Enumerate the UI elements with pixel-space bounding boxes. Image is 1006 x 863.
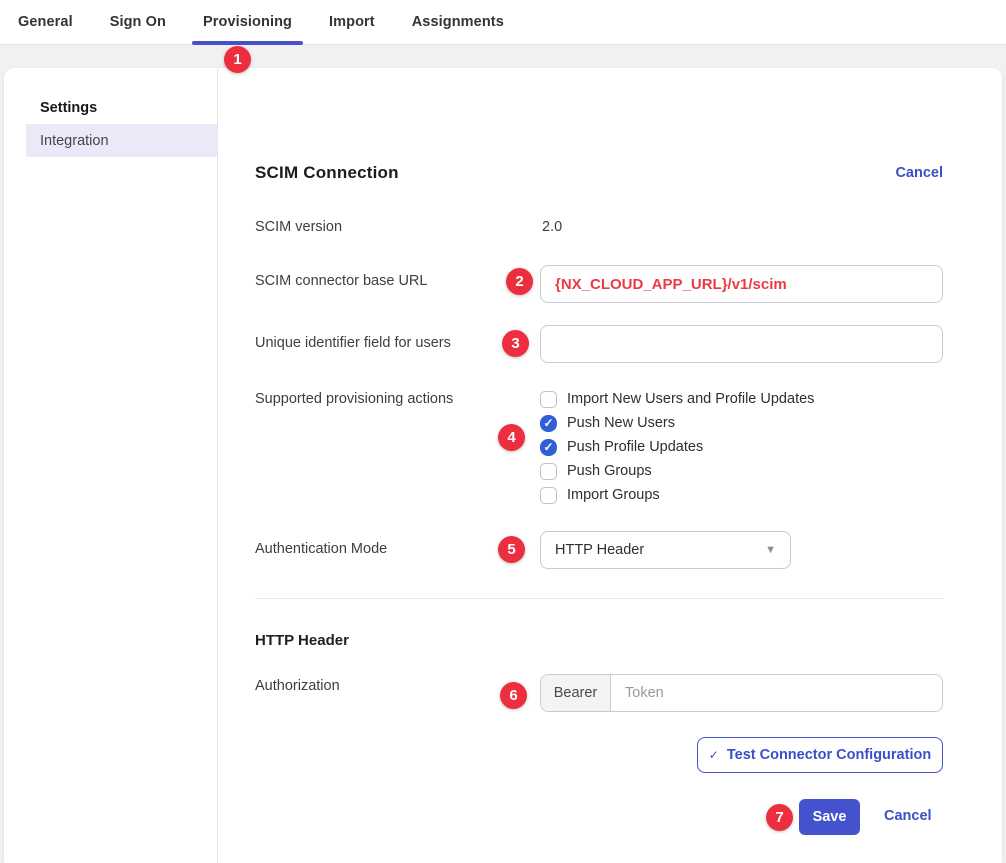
content-card: Settings Integration SCIM Connection Can… bbox=[4, 68, 1002, 863]
auth-mode-select[interactable]: HTTP Header ▼ bbox=[540, 531, 791, 569]
checkbox-label: Push Groups bbox=[567, 463, 652, 479]
step-badge-5: 5 bbox=[498, 536, 525, 563]
cancel-link-bottom[interactable]: Cancel bbox=[884, 808, 932, 824]
unique-id-input[interactable] bbox=[540, 325, 943, 363]
checkbox-import-new-users[interactable] bbox=[540, 391, 557, 408]
step-badge-4: 4 bbox=[498, 424, 525, 451]
chevron-down-icon: ▼ bbox=[765, 544, 776, 556]
tab-import[interactable]: Import bbox=[318, 0, 386, 44]
checkbox-import-groups[interactable] bbox=[540, 487, 557, 504]
checkbox-push-new-users[interactable] bbox=[540, 415, 557, 432]
auth-mode-label: Authentication Mode bbox=[255, 541, 387, 557]
step-badge-3: 3 bbox=[502, 330, 529, 357]
step-badge-7: 7 bbox=[766, 804, 793, 831]
test-connector-label: Test Connector Configuration bbox=[727, 747, 931, 763]
app-tabbar: General Sign On Provisioning Import Assi… bbox=[0, 0, 1006, 45]
form-header: SCIM Connection Cancel bbox=[255, 161, 943, 185]
checkbox-row-import-new-users[interactable]: Import New Users and Profile Updates bbox=[540, 390, 814, 408]
sidebar-heading: Settings bbox=[40, 100, 97, 116]
test-connector-button[interactable]: ✓ Test Connector Configuration bbox=[697, 737, 943, 773]
checkbox-push-groups[interactable] bbox=[540, 463, 557, 480]
checkbox-push-profile-updates[interactable] bbox=[540, 439, 557, 456]
token-input[interactable] bbox=[611, 675, 942, 711]
scim-version-label: SCIM version bbox=[255, 219, 342, 235]
check-icon: ✓ bbox=[709, 748, 719, 762]
http-header-section-title: HTTP Header bbox=[255, 632, 349, 649]
checkbox-row-import-groups[interactable]: Import Groups bbox=[540, 486, 660, 504]
section-divider bbox=[255, 598, 943, 599]
step-badge-2: 2 bbox=[506, 268, 533, 295]
page-title: SCIM Connection bbox=[255, 163, 399, 183]
step-badge-1: 1 bbox=[224, 46, 251, 73]
checkbox-label: Push Profile Updates bbox=[567, 439, 703, 455]
scim-connection-form: SCIM Connection Cancel SCIM version 2.0 … bbox=[255, 68, 943, 863]
provisioning-actions-label: Supported provisioning actions bbox=[255, 391, 453, 407]
tab-general[interactable]: General bbox=[7, 0, 84, 44]
step-badge-6: 6 bbox=[500, 682, 527, 709]
tab-assignments[interactable]: Assignments bbox=[401, 0, 515, 44]
tab-sign-on[interactable]: Sign On bbox=[99, 0, 177, 44]
checkbox-label: Push New Users bbox=[567, 415, 675, 431]
checkbox-row-push-profile-updates[interactable]: Push Profile Updates bbox=[540, 438, 703, 456]
auth-mode-selected-value: HTTP Header bbox=[555, 542, 644, 558]
base-url-input[interactable] bbox=[540, 265, 943, 303]
scim-version-value: 2.0 bbox=[542, 219, 562, 235]
unique-id-label: Unique identifier field for users bbox=[255, 335, 451, 351]
settings-sidebar: Settings Integration bbox=[4, 68, 218, 863]
sidebar-item-integration[interactable]: Integration bbox=[26, 124, 217, 157]
checkbox-label: Import Groups bbox=[567, 487, 660, 503]
authorization-input-group: Bearer bbox=[540, 674, 943, 712]
checkbox-label: Import New Users and Profile Updates bbox=[567, 391, 814, 407]
base-url-label: SCIM connector base URL bbox=[255, 273, 427, 289]
checkbox-row-push-groups[interactable]: Push Groups bbox=[540, 462, 652, 480]
save-button[interactable]: Save bbox=[799, 799, 860, 835]
authorization-label: Authorization bbox=[255, 678, 340, 694]
cancel-link-top[interactable]: Cancel bbox=[895, 165, 943, 181]
checkbox-row-push-new-users[interactable]: Push New Users bbox=[540, 414, 675, 432]
bearer-prefix: Bearer bbox=[541, 675, 611, 711]
sidebar-item-label: Integration bbox=[40, 133, 109, 149]
tab-provisioning[interactable]: Provisioning bbox=[192, 0, 303, 44]
